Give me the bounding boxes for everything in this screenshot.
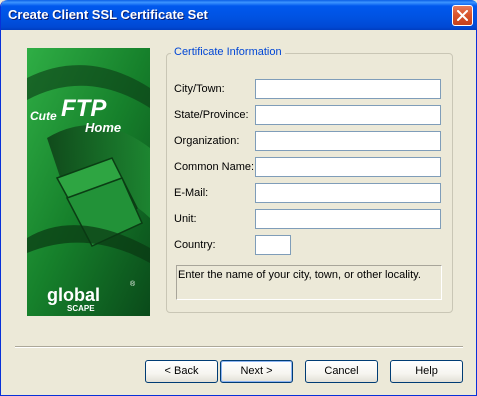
svg-text:global: global — [47, 285, 100, 305]
unit-input[interactable] — [255, 209, 441, 229]
country-input[interactable] — [255, 235, 291, 255]
close-icon — [457, 10, 468, 21]
organization-input[interactable] — [255, 131, 441, 151]
country-label: Country: — [174, 239, 216, 251]
cancel-button[interactable]: Cancel — [305, 360, 378, 383]
back-button[interactable]: < Back — [145, 360, 218, 383]
close-button[interactable] — [452, 5, 473, 26]
city-input[interactable] — [255, 79, 441, 99]
svg-text:Home: Home — [85, 120, 121, 135]
city-label: City/Town: — [174, 83, 225, 95]
svg-text:SCAPE: SCAPE — [67, 304, 95, 313]
organization-label: Organization: — [174, 135, 240, 147]
cuteftp-banner-image: Cute FTP Home global SCAPE ® — [27, 48, 150, 316]
next-button[interactable]: Next > — [220, 360, 293, 383]
cuteftp-logo-icon: Cute FTP Home global SCAPE ® — [27, 48, 150, 316]
certificate-info-legend: Certificate Information — [171, 46, 285, 58]
unit-label: Unit: — [174, 213, 197, 225]
email-label: E-Mail: — [174, 187, 209, 199]
button-separator — [15, 346, 463, 348]
dialog-window: Create Client SSL Certificate Set Cute F… — [0, 0, 477, 396]
svg-text:FTP: FTP — [61, 95, 107, 122]
email-input[interactable] — [255, 183, 441, 203]
window-title: Create Client SSL Certificate Set — [8, 7, 208, 22]
field-help-text: Enter the name of your city, town, or ot… — [176, 265, 442, 300]
state-label: State/Province: — [174, 109, 249, 121]
help-button[interactable]: Help — [390, 360, 463, 383]
common-name-input[interactable] — [255, 157, 441, 177]
common-name-label: Common Name: — [174, 161, 255, 173]
state-input[interactable] — [255, 105, 441, 125]
svg-text:Cute: Cute — [30, 109, 57, 123]
title-bar[interactable]: Create Client SSL Certificate Set — [1, 0, 477, 30]
svg-text:®: ® — [130, 280, 136, 288]
